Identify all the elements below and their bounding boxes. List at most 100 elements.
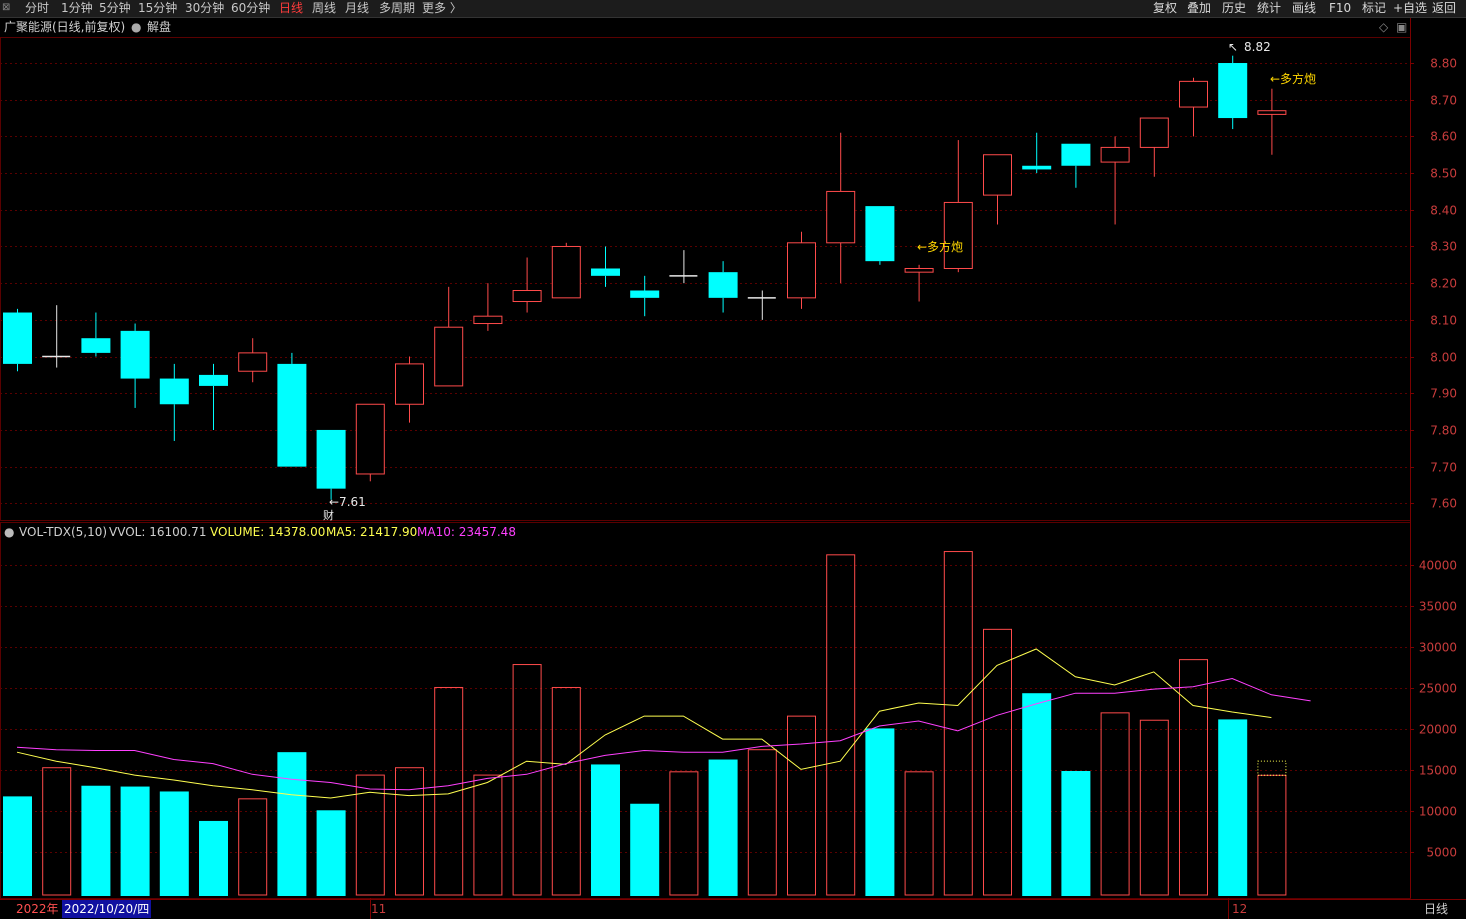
cursor-date: 2022/10/20/四 (62, 900, 152, 918)
candle-body-down (81, 338, 111, 353)
year-label: 2022年 (16, 902, 59, 916)
candle-body-up (395, 363, 424, 405)
volume-bar-up (238, 798, 268, 896)
candle-body-down (277, 363, 307, 467)
volume-bar-down (591, 764, 620, 896)
price-tick-label: 8.30 (1430, 240, 1457, 254)
volume-value: VOLUME: 14378.00 (210, 525, 326, 539)
stock-title: 广聚能源(日线,前复权) (4, 20, 126, 34)
candle-body-down (1022, 165, 1052, 170)
diamond-icon[interactable]: ◇ (1379, 18, 1388, 36)
price-tick-label: 7.60 (1430, 497, 1457, 511)
candle-body-down (865, 206, 895, 262)
price-tick-label: 7.80 (1430, 424, 1457, 438)
candle-body-up (238, 352, 268, 372)
volume-bar-down (630, 803, 660, 896)
volume-tick-label: 20000 (1419, 723, 1457, 737)
volume-bar-down (277, 752, 307, 896)
volume-tick-label: 30000 (1419, 641, 1457, 655)
jiepan-button[interactable]: 解盘 (147, 18, 171, 36)
price-tick-label: 8.40 (1430, 204, 1457, 218)
candle-body-up (787, 242, 816, 299)
price-tick-label: 8.80 (1430, 57, 1457, 71)
price-tick-label: 7.70 (1430, 461, 1457, 475)
signal-label-2: ←多方炮 (1270, 72, 1317, 86)
candle-body-up (551, 245, 581, 299)
candle-body-up (1139, 117, 1169, 148)
volume-bar-up (473, 774, 503, 896)
price-tick-label: 8.70 (1430, 94, 1457, 108)
price-tick-label: 8.50 (1430, 167, 1457, 181)
volume-bar-down (120, 786, 150, 896)
volume-bar-down (865, 728, 895, 896)
candle-body-down (316, 429, 346, 489)
candle-body-up (983, 154, 1012, 196)
volume-bar-down (316, 810, 346, 896)
candle-body-down (630, 290, 660, 298)
volume-bar-up (983, 628, 1012, 896)
volume-bar-up (826, 554, 856, 896)
volume-bar-up (551, 686, 581, 896)
candle-body-down (199, 374, 228, 386)
volume-bar-up (669, 771, 699, 896)
low-price-label: ←7.61 (329, 495, 366, 509)
candle-body-down (159, 378, 189, 405)
ma10-value: MA10: 23457.48 (417, 525, 516, 539)
volume-tick-label: 5000 (1426, 846, 1457, 860)
signal-label-1: ←多方炮 (917, 240, 964, 254)
price-tick-label: 8.10 (1430, 314, 1457, 328)
indicator-toggle-icon[interactable]: ● (4, 524, 14, 540)
volume-bar-up (512, 664, 542, 896)
volume-bar-down (3, 796, 32, 896)
kline-frame (0, 37, 1411, 521)
volume-tick-label: 10000 (1419, 805, 1457, 819)
volume-bar-up (904, 771, 934, 896)
candle-body-down (591, 268, 620, 276)
vvol-value: VVOL: 16100.71 (109, 525, 207, 539)
panel-toggle-icon[interactable]: ▣ (1396, 18, 1407, 36)
volume-bar-down (1218, 719, 1248, 896)
volume-tick-label: 25000 (1419, 682, 1457, 696)
candle-body-down (120, 330, 150, 379)
price-tick-label: 8.60 (1430, 130, 1457, 144)
kline-chart[interactable]: 8.80 8.70 8.60 8.50 8.40 8.30 8.20 8.10 8.00 7.90… (0, 0, 1466, 919)
vvol-marker (1257, 760, 1287, 776)
candle-body-down (1061, 143, 1091, 166)
high-price-label: 8.82 (1244, 40, 1271, 54)
volume-bar-up (1179, 659, 1208, 896)
month-12-label: 12 (1232, 902, 1248, 916)
high-arrow-icon: ↖ (1228, 40, 1239, 54)
volume-tick-label: 15000 (1419, 764, 1457, 778)
volume-bar-down (159, 791, 189, 896)
candle-body-down (1218, 63, 1248, 119)
volume-bar-up (1257, 774, 1287, 896)
indicator-name[interactable]: VOL-TDX(5,10) (19, 524, 107, 540)
candle-body-up (1100, 146, 1130, 163)
ma5-value: MA5: 21417.90 (326, 525, 418, 539)
finance-marker[interactable]: 财 (323, 508, 334, 524)
volume-bar-up (1139, 719, 1169, 896)
price-tick-label: 8.20 (1430, 277, 1457, 291)
volume-bar-down (1022, 693, 1052, 896)
period-label: 日线 (1424, 902, 1449, 916)
price-tick-label: 7.90 (1430, 387, 1457, 401)
volume-bar-down (199, 820, 228, 896)
candle-body-up (355, 403, 385, 475)
volume-bar-down (81, 785, 111, 896)
candle-body-up (473, 315, 503, 325)
candle-body-down (708, 272, 738, 298)
volume-bar-down (708, 759, 738, 896)
volume-bar-up (943, 551, 973, 896)
candle-body-up (1257, 110, 1287, 115)
volume-bar-up (1100, 712, 1130, 896)
candle-body-up (1179, 80, 1208, 108)
candle-body-up (826, 190, 856, 244)
volume-bar-up (42, 767, 72, 896)
month-11-label: 11 (371, 902, 387, 916)
volume-tick-label: 40000 (1419, 559, 1457, 573)
volume-bar-down (1061, 770, 1091, 896)
price-tick-label: 8.00 (1430, 351, 1457, 365)
jiepan-icon[interactable]: ● (131, 18, 141, 36)
candle-body-down (3, 312, 32, 364)
candle-body-up (512, 290, 542, 303)
